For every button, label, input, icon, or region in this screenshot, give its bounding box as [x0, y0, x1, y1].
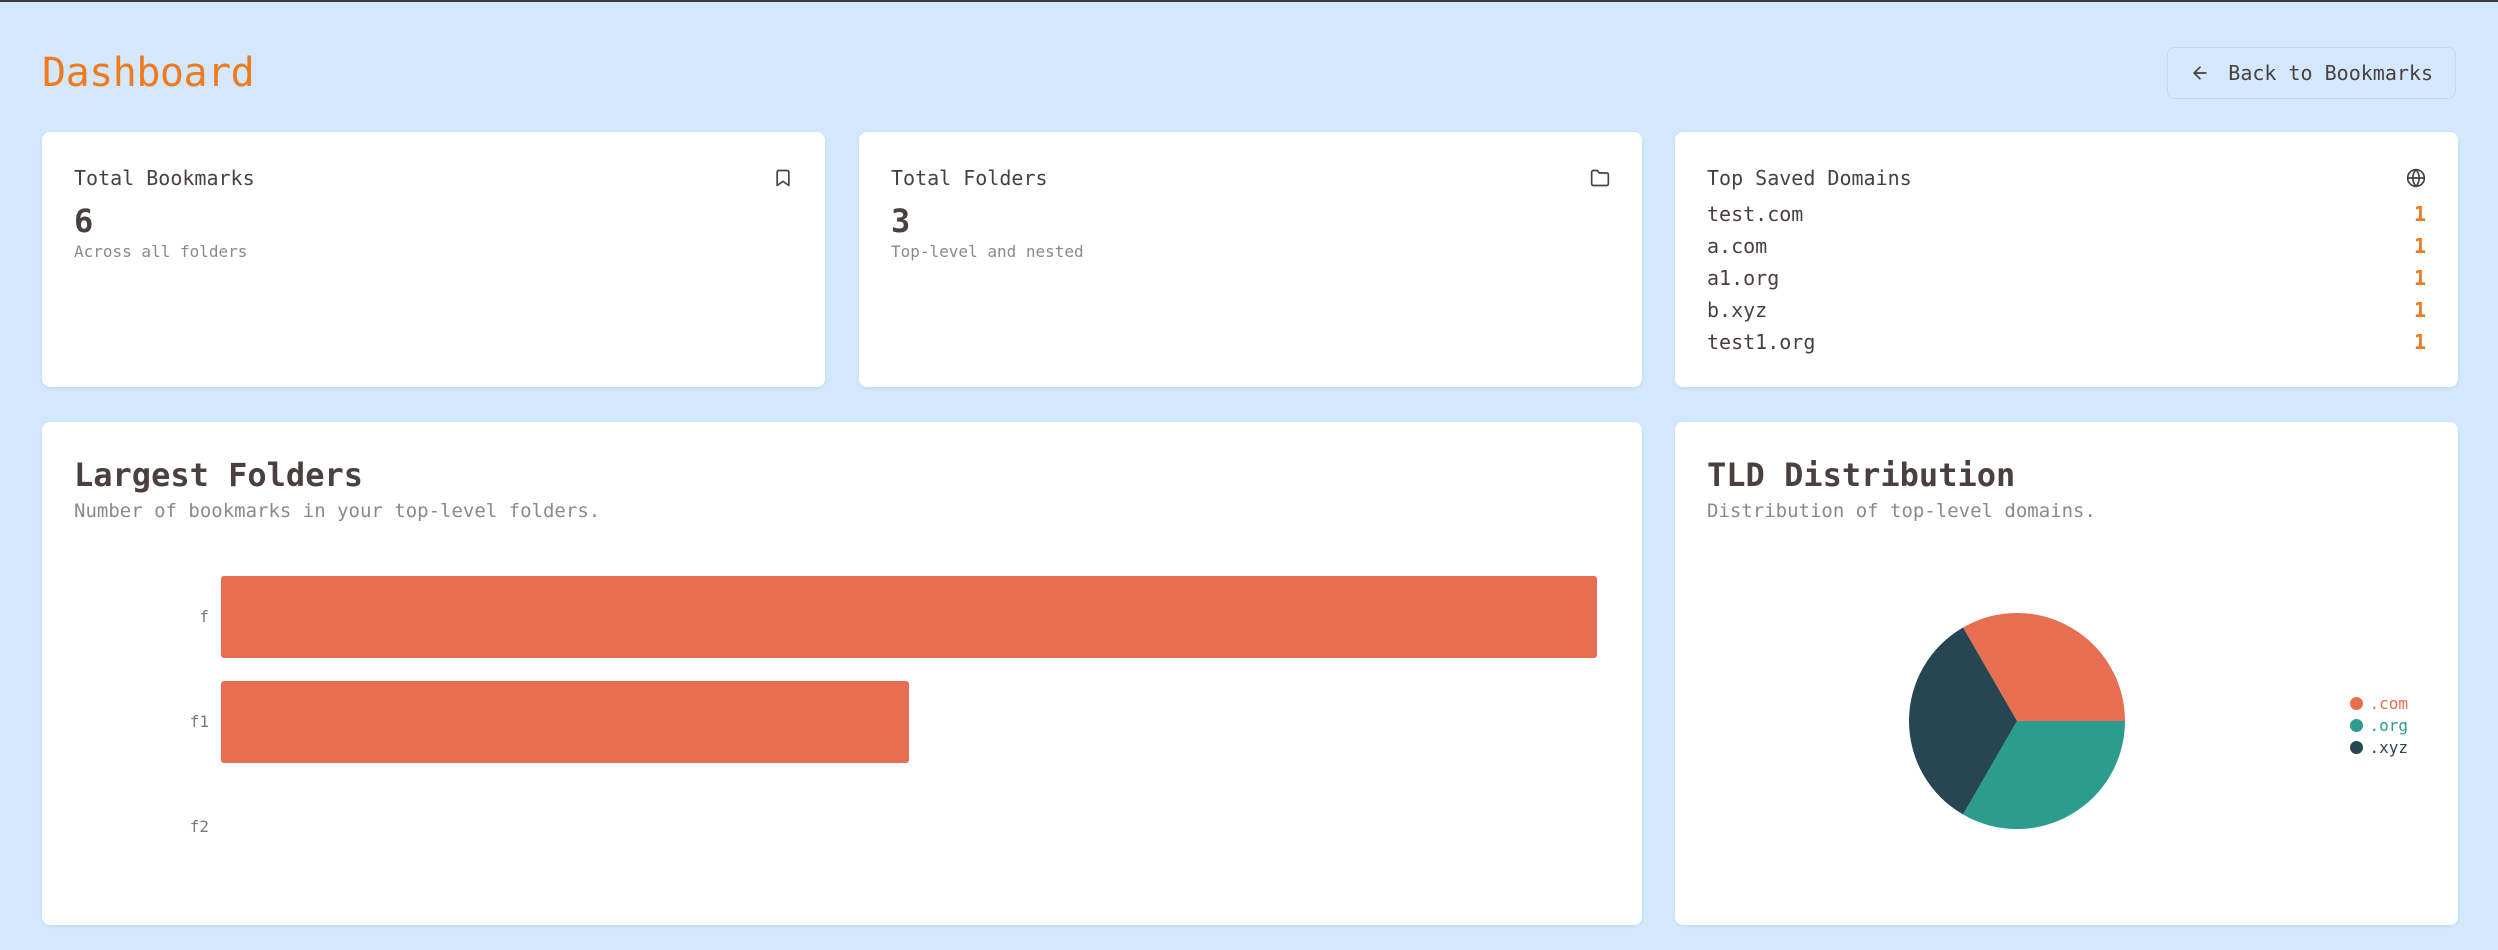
- total-bookmarks-card: Total Bookmarks 6 Across all folders: [42, 132, 825, 387]
- bar-f: [221, 576, 1597, 658]
- tld-legend: .com .org .xyz: [2350, 692, 2408, 758]
- legend-label: .xyz: [2369, 737, 2408, 757]
- domain-count: 1: [2413, 202, 2426, 226]
- legend-item: .com: [2350, 692, 2408, 714]
- domain-item: a1.org 1: [1707, 262, 2426, 294]
- tld-distribution-panel: TLD Distribution Distribution of top-lev…: [1675, 422, 2458, 925]
- domain-list: test.com 1 a.com 1 a1.org 1 b.xyz 1 test…: [1707, 198, 2426, 358]
- legend-label: .org: [2369, 715, 2408, 735]
- domain-name: b.xyz: [1707, 298, 1768, 322]
- legend-dot: [2350, 718, 2364, 732]
- top-bar: Dashboard Back to Bookmarks: [42, 44, 2456, 102]
- domain-count: 1: [2413, 234, 2426, 258]
- domain-count: 1: [2413, 266, 2426, 290]
- domain-name: test.com: [1707, 202, 1804, 226]
- total-folders-value: 3: [891, 202, 911, 240]
- tld-pie-chart: [1909, 613, 2125, 829]
- domain-name: a1.org: [1707, 266, 1780, 290]
- domain-name: a.com: [1707, 234, 1768, 258]
- total-folders-card: Total Folders 3 Top-level and nested: [859, 132, 1642, 387]
- total-folders-subtitle: Top-level and nested: [891, 242, 1084, 261]
- legend-dot: [2350, 696, 2364, 710]
- bar-label-f: f: [199, 607, 209, 626]
- folder-icon: [1590, 168, 1610, 188]
- largest-folders-bar-chart: f f1 f2: [190, 576, 1597, 836]
- domain-item: test.com 1: [1707, 198, 2426, 230]
- legend-item: .xyz: [2350, 736, 2408, 758]
- domain-item: b.xyz 1: [1707, 294, 2426, 326]
- domain-item: a.com 1: [1707, 230, 2426, 262]
- domain-name: test1.org: [1707, 330, 1816, 354]
- bar-label-f1: f1: [190, 712, 209, 731]
- legend-item: .org: [2350, 714, 2408, 736]
- domain-count: 1: [2413, 330, 2426, 354]
- page-title: Dashboard: [42, 50, 255, 96]
- legend-dot: [2350, 740, 2364, 754]
- largest-folders-panel: Largest Folders Number of bookmarks in y…: [42, 422, 1642, 925]
- total-folders-title: Total Folders: [891, 166, 1048, 190]
- bookmark-icon: [773, 168, 793, 188]
- legend-label: .com: [2369, 693, 2408, 713]
- total-bookmarks-title: Total Bookmarks: [74, 166, 255, 190]
- back-to-bookmarks-button[interactable]: Back to Bookmarks: [2167, 47, 2456, 99]
- total-bookmarks-subtitle: Across all folders: [74, 242, 248, 261]
- top-domains-title: Top Saved Domains: [1707, 166, 1912, 190]
- domain-count: 1: [2413, 298, 2426, 322]
- domain-item: test1.org 1: [1707, 326, 2426, 358]
- bar-f1: [221, 681, 909, 763]
- back-button-label: Back to Bookmarks: [2228, 61, 2433, 85]
- bar-label-f2: f2: [190, 817, 209, 836]
- top-domains-card: Top Saved Domains test.com 1 a.com 1 a1.…: [1675, 132, 2458, 387]
- globe-icon: [2406, 168, 2426, 188]
- total-bookmarks-value: 6: [74, 202, 94, 240]
- arrow-left-icon: [2193, 66, 2207, 80]
